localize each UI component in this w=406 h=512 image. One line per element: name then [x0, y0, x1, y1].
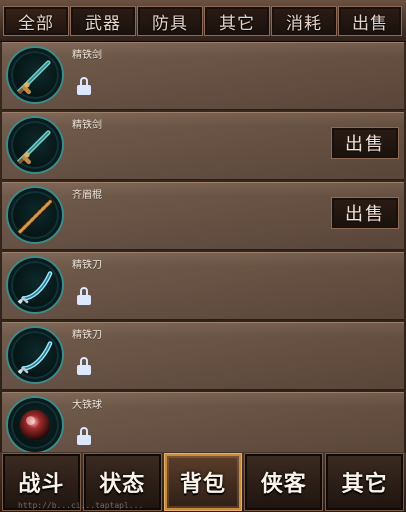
tab-all[interactable]: 全部: [3, 6, 69, 36]
list-item[interactable]: 精铁刀: [2, 322, 404, 390]
tab-label: 其它: [219, 13, 255, 34]
tab-sell[interactable]: 出售: [338, 6, 402, 36]
sell-button-label: 出售: [345, 204, 385, 225]
saber-icon: [8, 328, 62, 382]
list-item[interactable]: 齐眉棍 出售: [2, 182, 404, 250]
sell-button[interactable]: 出售: [331, 127, 399, 159]
item-name: 精铁剑: [72, 120, 102, 131]
staff-icon: [8, 188, 62, 242]
item-list[interactable]: 精铁剑 精铁剑 出售 齐眉棍 出售 精铁刀 精铁刀 大铁球: [0, 42, 406, 452]
nav-heroes[interactable]: 侠客: [244, 453, 324, 511]
top-filter-tabs: 全部 武器 防具 其它 消耗 出售: [0, 0, 406, 42]
sell-button-label: 出售: [345, 134, 385, 155]
iron-ball-icon: [8, 398, 62, 452]
nav-label: 战斗: [18, 472, 65, 497]
sell-button[interactable]: 出售: [331, 197, 399, 229]
tab-armor[interactable]: 防具: [137, 6, 203, 36]
item-name: 精铁刀: [72, 330, 102, 341]
list-item[interactable]: 精铁刀: [2, 252, 404, 320]
list-item[interactable]: 大铁球: [2, 392, 404, 452]
sword-icon: [8, 48, 62, 102]
nav-backpack[interactable]: 背包: [163, 453, 243, 511]
nav-other[interactable]: 其它: [325, 453, 404, 511]
tab-consumables[interactable]: 消耗: [271, 6, 337, 36]
item-name: 精铁刀: [72, 260, 102, 271]
tab-other[interactable]: 其它: [204, 6, 270, 36]
nav-label: 侠客: [260, 472, 307, 497]
saber-icon: [8, 258, 62, 312]
nav-label: 状态: [99, 472, 146, 497]
list-item[interactable]: 精铁剑 出售: [2, 112, 404, 180]
item-name: 大铁球: [72, 400, 102, 411]
tab-label: 防具: [152, 13, 188, 34]
lock-icon[interactable]: [75, 357, 93, 375]
tab-label: 消耗: [286, 13, 322, 34]
item-name: 精铁剑: [72, 50, 102, 61]
lock-icon[interactable]: [75, 427, 93, 445]
nav-label: 背包: [179, 472, 226, 497]
lock-icon[interactable]: [75, 77, 93, 95]
inventory-screen: 全部 武器 防具 其它 消耗 出售 精铁剑 精铁剑 出售 齐眉棍 出售 精铁刀 …: [0, 0, 406, 512]
sword-icon: [8, 118, 62, 172]
tab-label: 出售: [352, 13, 388, 34]
lock-icon[interactable]: [75, 287, 93, 305]
tab-weapons[interactable]: 武器: [70, 6, 136, 36]
watermark: http://b...ci...taptapl...: [18, 501, 144, 510]
nav-label: 其它: [341, 472, 388, 497]
list-item[interactable]: 精铁剑: [2, 42, 404, 110]
tab-label: 武器: [85, 13, 121, 34]
tab-label: 全部: [18, 13, 54, 34]
item-name: 齐眉棍: [72, 190, 102, 201]
